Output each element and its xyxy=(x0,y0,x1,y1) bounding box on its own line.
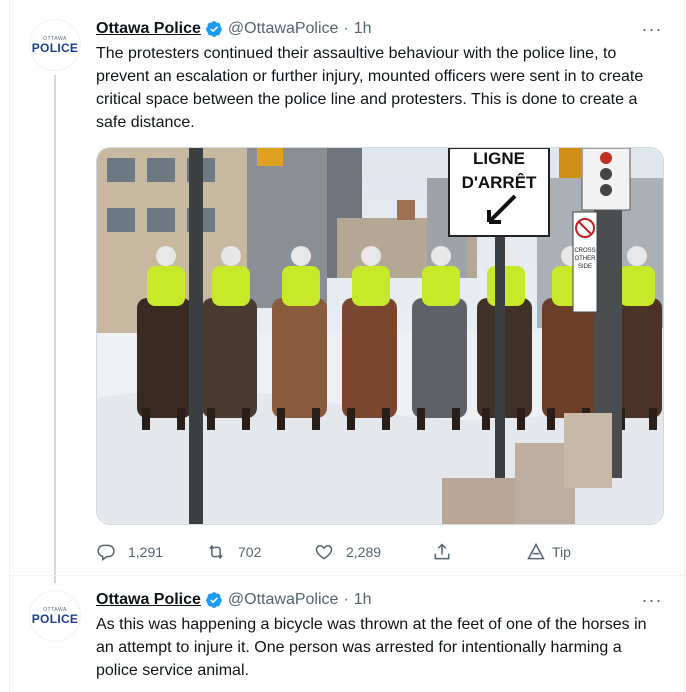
tweet-timestamp[interactable]: 1h xyxy=(354,20,372,38)
mounted-police-photo: LIGNE D'ARRÊT CROSS OTHER SIDE xyxy=(97,148,663,524)
author-handle[interactable]: @OttawaPolice xyxy=(228,20,339,38)
verified-badge-icon xyxy=(206,592,222,608)
more-options-icon[interactable]: ··· xyxy=(640,18,664,40)
retweet-button[interactable]: 702 xyxy=(206,540,261,564)
sign-text-line-1: LIGNE xyxy=(473,149,525,168)
sign-text-line-2: D'ARRÊT xyxy=(462,173,537,192)
reply-button[interactable]: 1,291 xyxy=(96,540,163,564)
tweet-header: Ottawa Police @OttawaPolice · 1h xyxy=(96,18,372,40)
tweet-divider xyxy=(9,575,685,576)
tweet-header: Ottawa Police @OttawaPolice · 1h xyxy=(96,589,372,611)
share-button[interactable] xyxy=(432,540,464,564)
more-options-icon[interactable]: ··· xyxy=(640,589,664,611)
author-name[interactable]: Ottawa Police xyxy=(96,20,201,38)
like-button[interactable]: 2,289 xyxy=(314,540,381,564)
share-icon xyxy=(434,543,450,560)
tip-label: Tip xyxy=(552,544,571,560)
avatar[interactable]: OTTAWA POLICE xyxy=(29,590,81,642)
separator-dot: · xyxy=(343,591,349,608)
avatar-big-text: POLICE xyxy=(31,40,79,55)
small-sign-line-3: SIDE xyxy=(578,264,592,270)
heart-icon xyxy=(315,544,333,560)
reply-icon xyxy=(97,544,115,561)
reply-count: 1,291 xyxy=(128,544,164,560)
avatar[interactable]: OTTAWA POLICE xyxy=(29,19,81,71)
tip-icon xyxy=(527,542,545,560)
tweet-text: As this was happening a bicycle was thro… xyxy=(96,616,647,679)
author-handle[interactable]: @OttawaPolice xyxy=(228,591,339,609)
tweet-actions: 1,291 702 2,289 Tip xyxy=(96,540,596,564)
retweet-icon xyxy=(209,544,223,560)
like-count: 2,289 xyxy=(346,544,382,560)
tweet-media-photo[interactable]: LIGNE D'ARRÊT CROSS OTHER SIDE xyxy=(96,147,664,525)
verified-badge-icon xyxy=(206,21,222,37)
thread-connector-line xyxy=(54,75,56,583)
small-sign-line-2: OTHER xyxy=(575,256,597,262)
separator-dot: · xyxy=(343,20,349,37)
tweet-timestamp[interactable]: 1h xyxy=(354,591,372,609)
small-sign-line-1: CROSS xyxy=(574,248,595,254)
avatar-big-text: POLICE xyxy=(31,611,79,626)
retweet-count: 702 xyxy=(238,544,262,560)
author-name[interactable]: Ottawa Police xyxy=(96,591,201,609)
tweet-text: The protesters continued their assaultiv… xyxy=(96,45,644,131)
tip-button[interactable]: Tip xyxy=(526,540,571,564)
